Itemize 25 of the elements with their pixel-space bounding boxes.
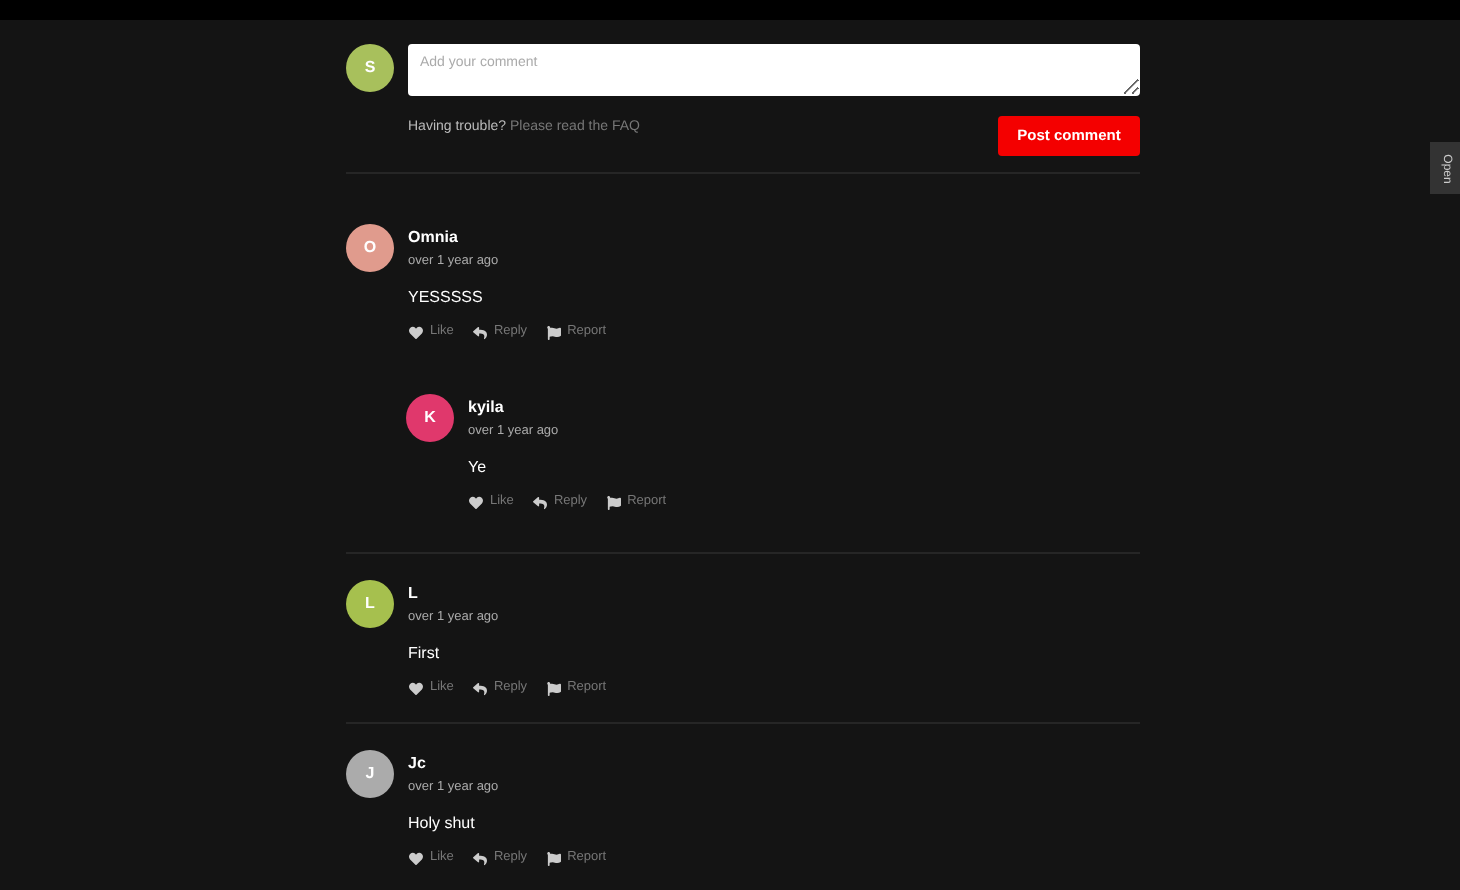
heart-icon (408, 681, 424, 695)
comment-body: Ye (468, 458, 489, 478)
heart-icon (468, 495, 484, 509)
author-name: L (408, 584, 420, 604)
avatar: L (346, 580, 394, 628)
comment-body: YESSSSS (408, 288, 485, 308)
comment-body: First (408, 644, 442, 664)
author-name: Omnia (408, 228, 460, 248)
reply-icon (471, 681, 488, 695)
avatar: O (346, 224, 394, 272)
comment-body: Holy shut (408, 814, 477, 834)
heart-icon (408, 325, 424, 339)
reply-icon (471, 851, 488, 865)
heart-icon (408, 851, 424, 865)
flag-icon (545, 681, 562, 695)
flag-icon (545, 851, 562, 865)
avatar: J (346, 750, 394, 798)
avatar: K (406, 394, 454, 442)
reply-icon (471, 325, 488, 339)
flag-icon (545, 325, 562, 339)
flag-icon (605, 495, 622, 509)
reply-icon (531, 495, 548, 509)
author-name: kyila (468, 398, 506, 418)
author-name: Jc (408, 754, 428, 774)
avatar: S (346, 44, 394, 92)
